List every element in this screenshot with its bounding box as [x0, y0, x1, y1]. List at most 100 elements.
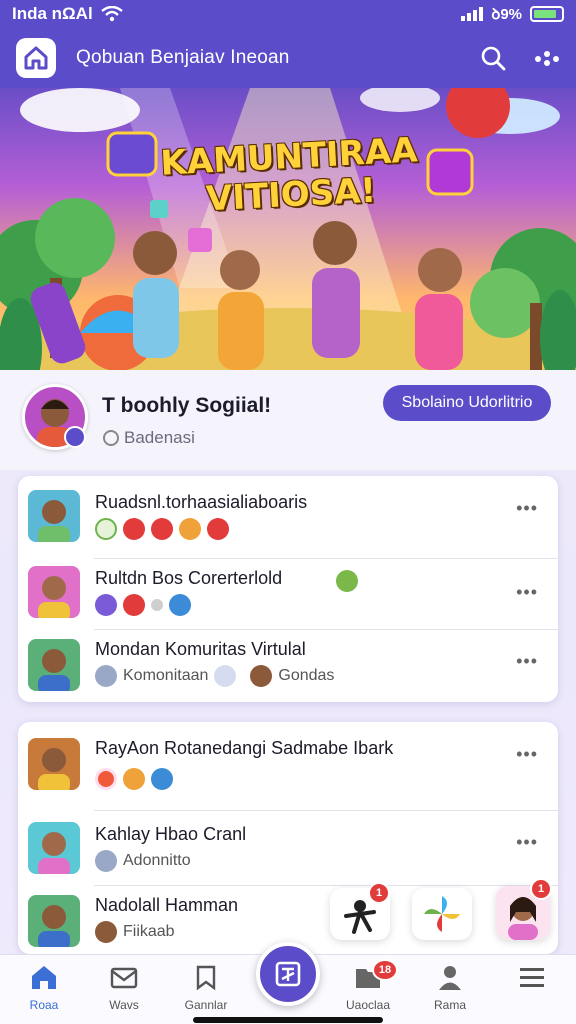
badge-icon	[95, 594, 117, 616]
follow-button[interactable]: Sbolaino Udorlitrio	[383, 385, 551, 421]
nav-home[interactable]: Roaa	[4, 963, 84, 1012]
floating-reaction-button[interactable]: 1	[330, 882, 390, 940]
list-item-meta: Adonnitto	[95, 850, 191, 872]
battery-percent: ꝺ9%	[491, 6, 522, 23]
group-icon	[95, 665, 117, 687]
reaction-icons	[95, 768, 173, 790]
list-item-meta: Komonitaan Gondas	[95, 665, 334, 687]
more-options-icon[interactable]: •••	[516, 582, 538, 603]
more-options-icon[interactable]	[534, 49, 560, 67]
reaction-icons	[95, 594, 191, 616]
info-icon	[103, 430, 119, 446]
nav-calendar-label: Gannlar	[184, 998, 228, 1012]
heart-icon	[207, 518, 229, 540]
list-item-title: Rultdn Bos Corerterlold	[95, 568, 283, 588]
notification-badge: 1	[530, 878, 552, 900]
list-item[interactable]: Mondan Komuritas Virtulal Komonitaan Gon…	[18, 631, 558, 701]
home-logo-button[interactable]	[16, 38, 56, 78]
list-item[interactable]: Kahlay Hbao Cranl Adonnitto •••	[18, 812, 558, 884]
app-title: Qobuan Benjaiav Ineoan	[76, 47, 290, 68]
banner-headline: KAMUNTIRAA VITIOSA!	[159, 130, 419, 220]
person-icon	[439, 966, 461, 990]
avatar	[28, 822, 80, 874]
list-item[interactable]: Ruadsnl.torhaasialiaboaris •••	[18, 476, 558, 556]
leaf-icon	[95, 518, 117, 540]
meta-label: Adonnitto	[123, 852, 191, 869]
list-item-title: Ruadsnl.torhaasialiaboaris	[95, 492, 308, 512]
notification-badge: 18	[372, 959, 398, 981]
verified-badge-icon	[64, 426, 86, 448]
hero-banner: KAMUNTIRAA VITIOSA!	[0, 88, 576, 370]
avatar	[28, 639, 80, 691]
nav-messages[interactable]: Wavs	[84, 963, 164, 1012]
meta-label: Komonitaan	[123, 667, 209, 684]
home-icon	[32, 966, 56, 989]
heart-icon	[123, 518, 145, 540]
profile-subtitle: Badenasi	[102, 428, 195, 448]
emoji-icon	[179, 518, 201, 540]
profile-name: T boohly Sogiial!	[102, 394, 272, 417]
avatar-icon	[250, 665, 273, 687]
profile-section: T boohly Sogiial! Badenasi Sbolaino Udor…	[0, 370, 576, 470]
group-icon	[95, 850, 117, 872]
menu-icon	[520, 968, 544, 987]
list-item-meta: Fiikaab	[95, 921, 175, 943]
notification-badge: 1	[368, 882, 390, 904]
heart-icon	[123, 594, 145, 616]
home-indicator	[193, 1017, 383, 1023]
search-icon[interactable]	[480, 45, 506, 71]
floating-app-button[interactable]	[412, 888, 472, 940]
meta-label: Fiikaab	[123, 923, 175, 940]
list-item-title: Nadolall Hamman	[95, 895, 239, 915]
list-item-title: RayAon Rotanedangi Sadmabe Ibark	[95, 738, 394, 758]
bird-icon	[169, 594, 191, 616]
more-options-icon[interactable]: •••	[516, 744, 538, 765]
create-post-button[interactable]	[256, 942, 320, 1006]
community-card-1: Ruadsnl.torhaasialiaboaris ••• Rultdn Bo…	[18, 476, 558, 702]
avatar	[28, 566, 80, 618]
mail-icon	[110, 967, 138, 989]
planet-icon	[336, 570, 358, 592]
nav-profile[interactable]: Rama	[410, 963, 490, 1012]
wifi-icon	[100, 6, 123, 22]
nav-groups-label: Uaoclaa	[345, 998, 391, 1012]
avatar-icon	[95, 921, 117, 943]
home-icon	[24, 46, 48, 70]
avatar	[28, 490, 80, 542]
nav-messages-label: Wavs	[109, 998, 139, 1012]
avatar	[28, 738, 80, 790]
more-options-icon[interactable]: •••	[516, 832, 538, 853]
profile-subtitle-text: Badenasi	[124, 428, 195, 447]
battery-icon	[530, 6, 564, 22]
banner-illustration	[0, 88, 576, 370]
nav-calendar[interactable]: Gannlar	[166, 963, 246, 1012]
carrier-label: Inda nΩAl	[12, 4, 93, 23]
signal-icon	[461, 7, 484, 21]
bookmark-icon	[196, 965, 216, 991]
list-item[interactable]: RayAon Rotanedangi Sadmabe Ibark •••	[18, 722, 558, 808]
status-bar: Inda nΩAl ꝺ9%	[0, 0, 576, 28]
nav-profile-label: Rama	[433, 998, 466, 1012]
meta-label: Gondas	[278, 667, 335, 684]
reaction-icons	[95, 518, 229, 540]
more-options-icon[interactable]: •••	[516, 498, 538, 519]
list-item-title: Kahlay Hbao Cranl	[95, 824, 247, 844]
create-icon	[275, 961, 301, 987]
emoji-icon	[123, 768, 145, 790]
community-card-2: RayAon Rotanedangi Sadmabe Ibark ••• Kah…	[18, 722, 558, 954]
more-options-icon[interactable]: •••	[516, 651, 538, 672]
link-icon	[214, 665, 237, 687]
dot-icon	[151, 599, 163, 611]
avatar	[28, 895, 80, 947]
floating-avatar-button[interactable]: 1	[496, 878, 552, 940]
nav-groups[interactable]: Uaoclaa 18	[328, 959, 408, 1012]
fire-icon	[95, 768, 117, 790]
nav-menu[interactable]	[492, 963, 572, 994]
list-item[interactable]: Rultdn Bos Corerterlold •••	[18, 560, 558, 630]
list-item-title: Mondan Komuritas Virtulal	[95, 639, 306, 659]
app-bar: Qobuan Benjaiav Ineoan	[0, 28, 576, 88]
pinwheel-icon	[424, 896, 460, 932]
bird-icon	[151, 768, 173, 790]
heart-icon	[151, 518, 173, 540]
nav-home-label: Roaa	[29, 998, 59, 1012]
